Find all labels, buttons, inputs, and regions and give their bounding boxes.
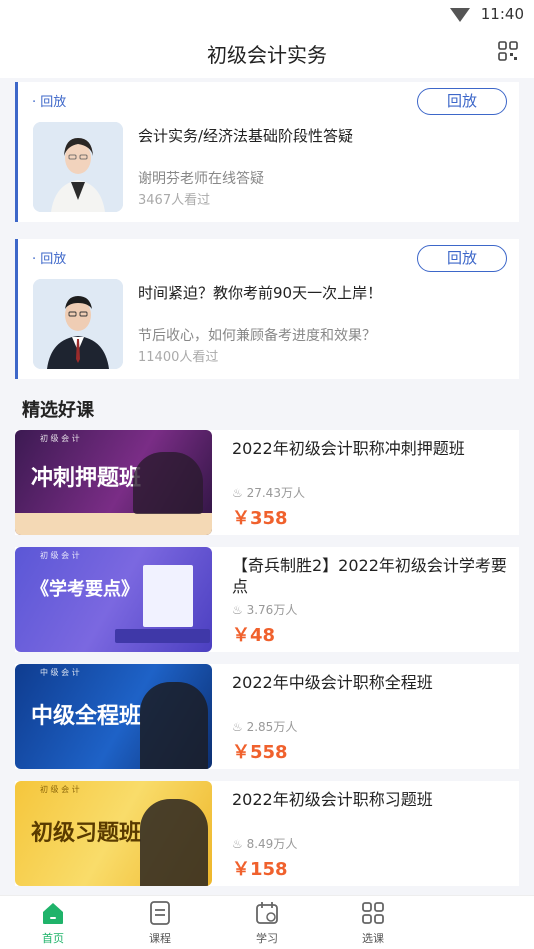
home-icon	[43, 903, 63, 924]
teachers-photo	[140, 682, 208, 769]
flame-icon: ♨	[232, 720, 243, 734]
teacher-avatar	[33, 122, 123, 212]
learner-count: ♨ 3.76万人	[232, 603, 298, 617]
replay-button[interactable]: 回放	[417, 88, 507, 115]
tab-label: 选课	[362, 932, 384, 945]
course-price: ￥158	[232, 859, 288, 880]
thumb-category: 初 级 会 计	[40, 785, 80, 794]
flame-icon: ♨	[232, 837, 243, 851]
live-subtitle: 谢明芬老师在线答疑	[138, 171, 264, 187]
thumb-price-strip	[15, 513, 212, 535]
teachers-photo	[133, 452, 203, 514]
status-time: 11:40	[480, 5, 524, 23]
live-subtitle: 节后收心，如何兼顾备考进度和效果？	[138, 328, 376, 344]
course-thumbnail: 初 级 会 计 冲刺押题班	[15, 430, 212, 535]
course-price: ￥558	[232, 742, 288, 763]
tab-label: 学习	[256, 932, 278, 945]
bottom-tab-bar: 首页 课程 学习 选课	[0, 895, 534, 949]
view-count: 11400人看过	[138, 350, 219, 365]
tab-label: 课程	[149, 932, 171, 945]
course-thumbnail: 初 级 会 计 初级习题班	[15, 781, 212, 886]
app-header: 初级会计实务	[0, 28, 534, 78]
tab-study[interactable]: 学习	[227, 900, 307, 946]
thumb-category: 中 级 会 计	[40, 668, 80, 677]
live-session-card[interactable]: · 回放 回放 时间紧迫？教你考前90天一次上岸！ 节后收心，如何兼顾备考进度和…	[15, 239, 519, 379]
teacher-avatar	[33, 279, 123, 369]
course-title: 【奇兵制胜2】2022年初级会计学考要点	[232, 556, 507, 596]
course-thumbnail: 初 级 会 计 《学考要点》	[15, 547, 212, 652]
replay-button[interactable]: 回放	[417, 245, 507, 272]
book-stand	[115, 629, 210, 643]
course-price: ￥48	[232, 625, 276, 646]
wifi-icon	[450, 8, 470, 22]
course-thumbnail: 中 级 会 计 中级全程班	[15, 664, 212, 769]
teachers-photo	[140, 799, 208, 886]
course-card[interactable]: 中 级 会 计 中级全程班 2022年中级会计职称全程班 ♨ 2.85万人 ￥5…	[15, 664, 519, 769]
thumb-title: 冲刺押题班	[31, 465, 142, 491]
flame-icon: ♨	[232, 603, 243, 617]
thumb-title: 初级习题班	[31, 820, 142, 846]
thumb-category: 初 级 会 计	[40, 434, 80, 443]
course-icon	[150, 901, 170, 925]
live-title: 时间紧迫？教你考前90天一次上岸！	[138, 284, 383, 302]
calendar-icon	[256, 902, 278, 924]
live-session-card[interactable]: · 回放 回放 会计实务/经济法基础阶段性答疑 谢明芬老师在线答疑 3467人看…	[15, 82, 519, 222]
replay-tag: · 回放	[32, 252, 67, 267]
grid-icon	[362, 902, 384, 924]
learner-count: ♨ 8.49万人	[232, 837, 298, 851]
tab-select-course[interactable]: 选课	[333, 900, 413, 946]
thumb-category: 初 级 会 计	[40, 551, 80, 560]
view-count: 3467人看过	[138, 193, 211, 208]
tab-label: 首页	[42, 932, 64, 945]
course-card[interactable]: 初 级 会 计 冲刺押题班 2022年初级会计职称冲刺押题班 ♨ 27.43万人…	[15, 430, 519, 535]
course-title: 2022年初级会计职称冲刺押题班	[232, 439, 465, 458]
qr-code-icon[interactable]	[498, 41, 518, 61]
tab-home[interactable]: 首页	[13, 900, 93, 946]
book-image	[143, 565, 193, 627]
live-title: 会计实务/经济法基础阶段性答疑	[138, 127, 354, 145]
status-bar: 11:40	[0, 0, 534, 28]
thumb-title: 中级全程班	[31, 703, 142, 729]
tab-courses[interactable]: 课程	[120, 900, 200, 946]
learner-count: ♨ 27.43万人	[232, 486, 305, 500]
course-price: ￥358	[232, 508, 288, 529]
page-title: 初级会计实务	[207, 43, 327, 67]
course-card[interactable]: 初 级 会 计 《学考要点》 【奇兵制胜2】2022年初级会计学考要点 ♨ 3.…	[15, 547, 519, 652]
section-title: 精选好课	[22, 400, 94, 421]
flame-icon: ♨	[232, 486, 243, 500]
replay-tag: · 回放	[32, 95, 67, 110]
thumb-title: 《学考要点》	[31, 579, 139, 600]
course-title: 2022年中级会计职称全程班	[232, 673, 433, 692]
learner-count: ♨ 2.85万人	[232, 720, 298, 734]
course-card[interactable]: 初 级 会 计 初级习题班 2022年初级会计职称习题班 ♨ 8.49万人 ￥1…	[15, 781, 519, 886]
course-title: 2022年初级会计职称习题班	[232, 790, 433, 809]
